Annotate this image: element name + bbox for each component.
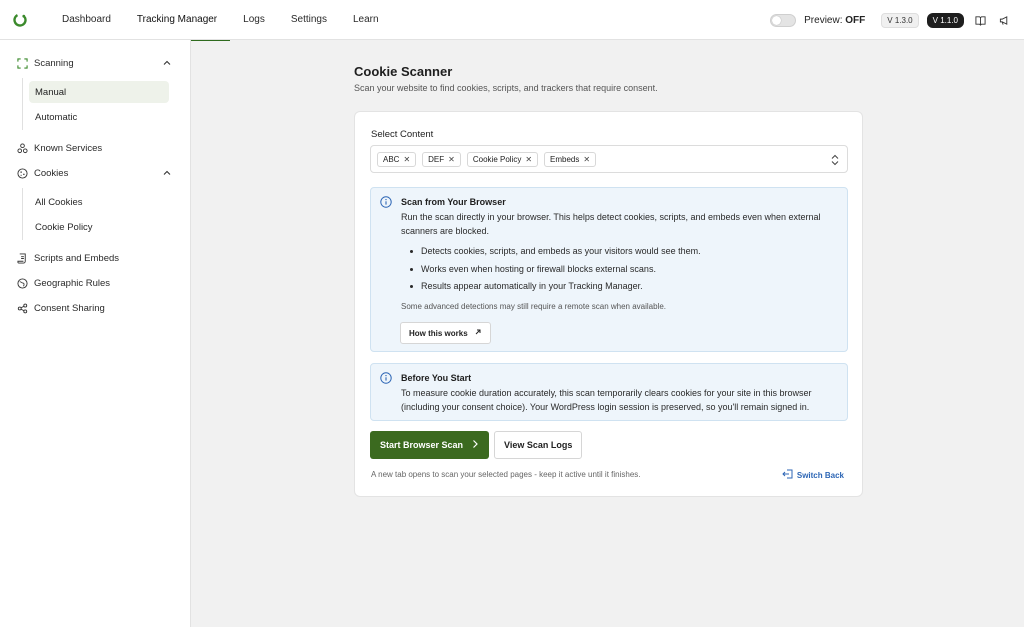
list-item: Works even when hosting or firewall bloc… [409, 263, 701, 281]
page-title: Cookie Scanner [354, 64, 453, 79]
info-icon [380, 196, 392, 208]
sidebar: Scanning Manual Automatic Known Services… [0, 40, 191, 627]
switch-back-link[interactable]: Switch Back [782, 469, 844, 481]
chevron-up-icon[interactable] [161, 57, 173, 69]
plugin-version-badge: V 1.3.0 [881, 12, 919, 28]
book-icon[interactable] [972, 12, 988, 28]
chip-abc: ABC ✕ [377, 151, 417, 167]
cookie-icon [16, 167, 28, 179]
how-this-works-button[interactable]: How this works [400, 322, 491, 344]
content-multiselect[interactable]: ABC ✕ DEF ✕ Cookie Policy ✕ Embeds ✕ [370, 145, 848, 173]
sidebar-geographic-rules-label: Geographic Rules [34, 277, 111, 289]
top-nav: Dashboard Tracking Manager Logs Settings… [0, 0, 1024, 41]
scan-footnote: A new tab opens to scan your selected pa… [371, 470, 641, 479]
close-icon[interactable]: ✕ [583, 155, 590, 164]
view-scan-logs-button[interactable]: View Scan Logs [494, 431, 583, 459]
scan-frame-icon [16, 57, 28, 69]
browser-scan-info: Scan from Your Browser Run the scan dire… [370, 187, 848, 352]
advanced-note: Some advanced detections may still requi… [401, 302, 667, 311]
chevron-updown-icon[interactable] [830, 154, 840, 166]
share-icon [16, 302, 28, 314]
before-you-start-title: Before You Start [401, 373, 472, 383]
browser-scan-title: Scan from Your Browser [401, 197, 506, 207]
sidebar-item-manual[interactable]: Manual [29, 81, 169, 103]
sidebar-tree-line [22, 78, 23, 130]
external-link-icon [474, 328, 482, 338]
feature-list: Detects cookies, scripts, and embeds as … [409, 245, 701, 298]
sidebar-group-scanning[interactable]: Scanning [0, 52, 191, 74]
browser-scan-text: Run the scan directly in your browser. T… [401, 212, 821, 236]
chip-def: DEF ✕ [422, 151, 461, 167]
preview-label: Preview: OFF [804, 14, 866, 26]
nav-learn[interactable]: Learn [340, 0, 392, 40]
nav-logs[interactable]: Logs [230, 0, 278, 40]
close-icon[interactable]: ✕ [403, 155, 410, 164]
sidebar-item-geographic-rules[interactable]: Geographic Rules [0, 272, 191, 294]
before-you-start-info: Before You Start To measure cookie durat… [370, 363, 848, 421]
sidebar-tree-line [22, 188, 23, 240]
services-icon [16, 142, 28, 154]
nav-dashboard[interactable]: Dashboard [49, 0, 124, 40]
list-item: Results appear automatically in your Tra… [409, 280, 701, 298]
sidebar-item-cookie-policy[interactable]: Cookie Policy [29, 216, 169, 238]
sidebar-item-automatic[interactable]: Automatic [29, 106, 169, 128]
info-icon [380, 372, 392, 384]
chevron-up-icon[interactable] [161, 167, 173, 179]
sidebar-known-services-label: Known Services [34, 142, 103, 154]
page-subtitle: Scan your website to find cookies, scrip… [354, 83, 658, 93]
close-icon[interactable]: ✕ [525, 155, 532, 164]
scanner-card: Select Content ABC ✕ DEF ✕ Cookie Policy ✕ … [354, 111, 863, 497]
sidebar-item-scripts-embeds[interactable]: Scripts and Embeds [0, 247, 191, 269]
nav-settings[interactable]: Settings [278, 0, 340, 40]
app-logo-icon[interactable] [13, 12, 27, 27]
chevron-right-icon [471, 439, 479, 451]
before-you-start-text: To measure cookie duration accurately, t… [401, 388, 812, 412]
select-content-label: Select Content [371, 129, 434, 140]
switch-back-icon [782, 469, 793, 481]
chip-embeds: Embeds ✕ [544, 151, 597, 167]
script-icon [16, 252, 28, 264]
sidebar-item-all-cookies[interactable]: All Cookies [29, 191, 169, 213]
preview-toggle[interactable] [770, 13, 797, 27]
sidebar-cookies-label: Cookies [34, 167, 69, 179]
nav-tracking-manager[interactable]: Tracking Manager [123, 0, 231, 41]
sidebar-scanning-label: Scanning [34, 57, 74, 69]
sidebar-item-known-services[interactable]: Known Services [0, 137, 191, 159]
sidebar-scripts-embeds-label: Scripts and Embeds [34, 252, 120, 264]
sidebar-item-consent-sharing[interactable]: Consent Sharing [0, 297, 191, 319]
how-this-works-label: How this works [409, 328, 468, 338]
chip-cookie-policy: Cookie Policy ✕ [466, 151, 539, 167]
switch-back-label: Switch Back [796, 470, 844, 480]
sidebar-group-cookies[interactable]: Cookies [0, 162, 191, 184]
start-browser-scan-button[interactable]: Start Browser Scan [370, 431, 490, 459]
pro-version-badge: V 1.1.0 [926, 12, 964, 28]
list-item: Detects cookies, scripts, and embeds as … [409, 245, 701, 263]
close-icon[interactable]: ✕ [448, 155, 455, 164]
sidebar-consent-sharing-label: Consent Sharing [34, 302, 105, 314]
megaphone-icon[interactable] [996, 12, 1012, 28]
globe-icon [16, 277, 28, 289]
start-browser-scan-label: Start Browser Scan [380, 440, 464, 450]
